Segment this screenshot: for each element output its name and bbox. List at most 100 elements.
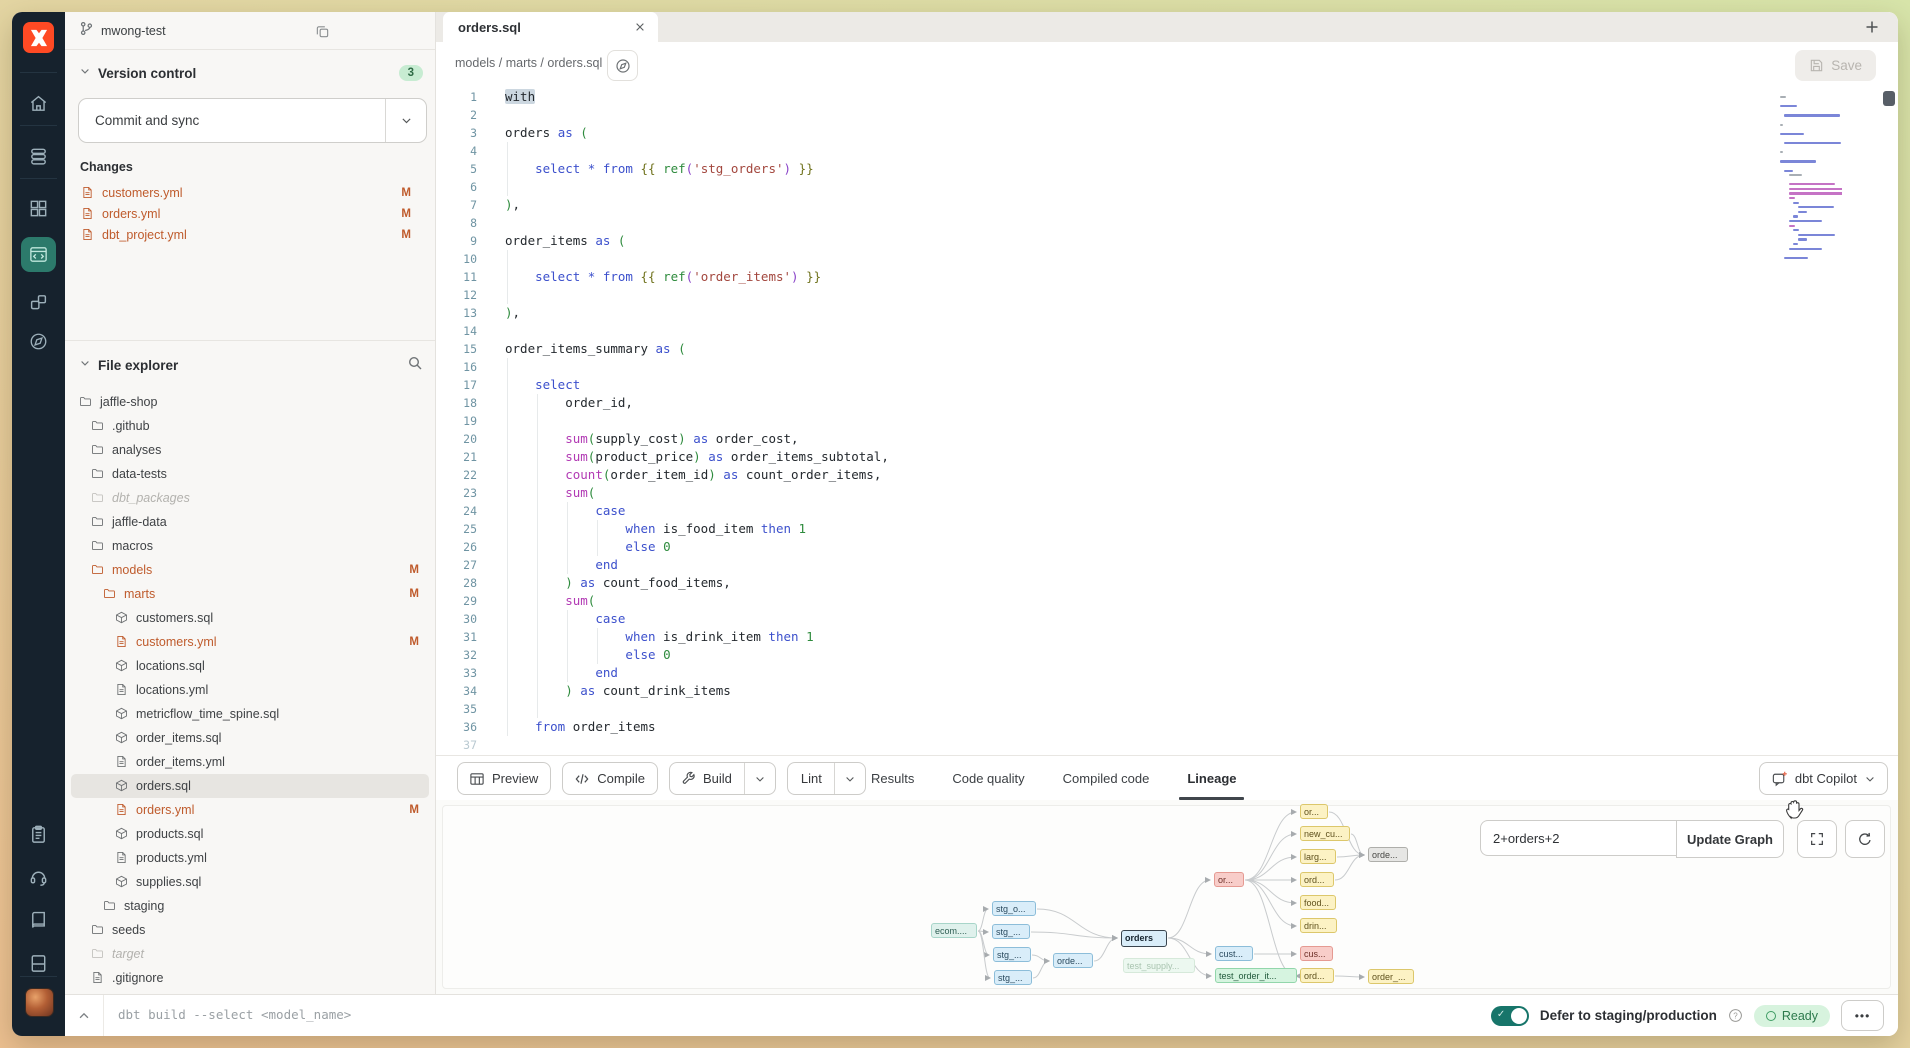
- dbt-logo[interactable]: [23, 22, 54, 53]
- collapse-panel-icon[interactable]: [65, 995, 104, 1036]
- tree-folder-macros[interactable]: macros: [71, 534, 429, 558]
- lineage-node-stg4[interactable]: stg_...: [994, 970, 1032, 985]
- tree-file--gitignore[interactable]: .gitignore: [71, 966, 429, 990]
- lineage-selector-input[interactable]: [1480, 820, 1676, 856]
- nav-terminal-icon[interactable]: [12, 943, 65, 983]
- nav-explore-icon[interactable]: [12, 321, 65, 361]
- tree-file-locations-sql[interactable]: locations.sql: [71, 654, 429, 678]
- minimap[interactable]: [1780, 96, 1842, 264]
- tree-file-supplies-sql[interactable]: supplies.sql: [71, 870, 429, 894]
- build-button[interactable]: Build: [669, 762, 776, 795]
- file-explorer-header[interactable]: File explorer: [79, 352, 423, 378]
- nav-home-icon[interactable]: [12, 83, 65, 123]
- editor-scrollbar[interactable]: [1883, 91, 1895, 106]
- folder-icon: [91, 923, 105, 937]
- commit-options-caret[interactable]: [385, 99, 426, 142]
- tree-folder-jaffle-shop[interactable]: jaffle-shop: [71, 390, 429, 414]
- changed-file[interactable]: orders.ymlM: [65, 203, 435, 224]
- tree-folder-staging[interactable]: staging: [71, 894, 429, 918]
- tree-folder-analyses[interactable]: analyses: [71, 438, 429, 462]
- tree-folder-dbt-packages[interactable]: dbt_packages: [71, 486, 429, 510]
- more-options-button[interactable]: •••: [1841, 1000, 1884, 1031]
- search-icon[interactable]: [407, 355, 423, 376]
- commit-and-sync-button[interactable]: Commit and sync: [78, 98, 427, 143]
- compass-explore-icon[interactable]: [607, 50, 638, 81]
- lint-options-caret[interactable]: [834, 763, 865, 794]
- editor-tab-orders-sql[interactable]: orders.sql: [443, 12, 658, 42]
- defer-toggle[interactable]: ✓: [1491, 1006, 1529, 1026]
- version-control-header[interactable]: Version control 3: [79, 60, 423, 86]
- tab-code-quality[interactable]: Code quality: [948, 757, 1028, 800]
- yaml-file-icon: [115, 755, 129, 769]
- close-tab-icon[interactable]: [634, 21, 646, 33]
- tree-file-customers-yml[interactable]: customers.ymlM: [71, 630, 429, 654]
- lineage-node-y1[interactable]: or...: [1300, 804, 1328, 819]
- copy-branch-icon[interactable]: [311, 20, 333, 42]
- lineage-node-stg2[interactable]: stg_...: [992, 924, 1030, 939]
- save-button[interactable]: Save: [1795, 50, 1876, 81]
- tree-folder-seeds[interactable]: seeds: [71, 918, 429, 942]
- tree-file-products-sql[interactable]: products.sql: [71, 822, 429, 846]
- dbt-copilot-button[interactable]: dbt Copilot: [1759, 762, 1888, 795]
- tree-file-orders-sql[interactable]: orders.sql: [71, 774, 429, 798]
- tree-file-order-items-yml[interactable]: order_items.yml: [71, 750, 429, 774]
- lineage-node-ordy[interactable]: ord...: [1300, 968, 1334, 983]
- nav-orchestrate-icon[interactable]: [12, 282, 65, 322]
- nav-develop-icon[interactable]: [12, 234, 65, 274]
- tree-folder-target[interactable]: target: [71, 942, 429, 966]
- yaml-file-icon: [81, 207, 94, 220]
- status-badge[interactable]: Ready: [1754, 1005, 1830, 1027]
- update-graph-button[interactable]: Update Graph: [1676, 820, 1784, 858]
- new-tab-icon[interactable]: [1862, 17, 1882, 37]
- lineage-node-cusp[interactable]: cus...: [1300, 946, 1333, 961]
- refresh-icon[interactable]: [1845, 820, 1885, 858]
- preview-button[interactable]: Preview: [457, 762, 551, 795]
- lineage-node-tord[interactable]: test_order_it...: [1215, 968, 1297, 983]
- code-editor[interactable]: 1with23orders as (45 select * from {{ re…: [435, 88, 1898, 755]
- tree-folder-data-tests[interactable]: data-tests: [71, 462, 429, 486]
- lineage-node-cust[interactable]: cust...: [1215, 946, 1253, 961]
- changed-file[interactable]: dbt_project.ymlM: [65, 224, 435, 245]
- lineage-node-orp[interactable]: or...: [1214, 872, 1244, 887]
- nav-support-icon[interactable]: [12, 857, 65, 897]
- build-options-caret[interactable]: [744, 763, 775, 794]
- tree-file-locations-yml[interactable]: locations.yml: [71, 678, 429, 702]
- tree-file-customers-sql[interactable]: customers.sql: [71, 606, 429, 630]
- tree-file-order-items-sql[interactable]: order_items.sql: [71, 726, 429, 750]
- tree-file-orders-yml[interactable]: orders.ymlM: [71, 798, 429, 822]
- lint-button[interactable]: Lint: [787, 762, 866, 795]
- lineage-node-y5[interactable]: food...: [1300, 895, 1336, 910]
- result-tabs: Results Code quality Compiled code Lineage: [867, 756, 1240, 800]
- lineage-node-ordy2[interactable]: order_...: [1368, 969, 1414, 984]
- tree-folder-models[interactable]: modelsM: [71, 558, 429, 582]
- tab-compiled-code[interactable]: Compiled code: [1059, 757, 1154, 800]
- lineage-node-tsup[interactable]: test_supply...: [1123, 958, 1195, 973]
- command-input[interactable]: dbt build --select <model_name>: [118, 1007, 351, 1022]
- compile-button[interactable]: Compile: [562, 762, 658, 795]
- lineage-node-ordi[interactable]: orde...: [1053, 953, 1093, 968]
- lineage-node-ecom[interactable]: ecom....: [931, 923, 977, 938]
- help-icon[interactable]: ?: [1728, 1008, 1743, 1023]
- nav-deploy-icon[interactable]: [12, 136, 65, 176]
- changed-file[interactable]: customers.ymlM: [65, 182, 435, 203]
- lineage-node-stg3[interactable]: stg_...: [993, 947, 1031, 962]
- lineage-node-y2[interactable]: new_cu...: [1300, 826, 1350, 841]
- tab-lineage[interactable]: Lineage: [1183, 757, 1240, 800]
- tree-folder--github[interactable]: .github: [71, 414, 429, 438]
- user-avatar[interactable]: [25, 988, 54, 1017]
- tree-folder-jaffle-data[interactable]: jaffle-data: [71, 510, 429, 534]
- lineage-node-stg1[interactable]: stg_o...: [992, 901, 1036, 916]
- modified-badge: M: [401, 208, 411, 220]
- nav-docs-icon[interactable]: [12, 900, 65, 940]
- nav-apps-icon[interactable]: [12, 188, 65, 228]
- tree-file-products-yml[interactable]: products.yml: [71, 846, 429, 870]
- lineage-node-y3[interactable]: larg...: [1300, 849, 1336, 864]
- lineage-node-orders[interactable]: orders: [1121, 930, 1167, 947]
- lineage-node-y4[interactable]: ord...: [1300, 872, 1334, 887]
- nav-clipboard-icon[interactable]: [12, 814, 65, 854]
- lineage-node-ordg[interactable]: orde...: [1368, 847, 1408, 862]
- tree-folder-marts[interactable]: martsM: [71, 582, 429, 606]
- tree-file-metricflow-time-spine-sql[interactable]: metricflow_time_spine.sql: [71, 702, 429, 726]
- tab-results[interactable]: Results: [867, 757, 918, 800]
- lineage-node-y6[interactable]: drin...: [1300, 918, 1337, 933]
